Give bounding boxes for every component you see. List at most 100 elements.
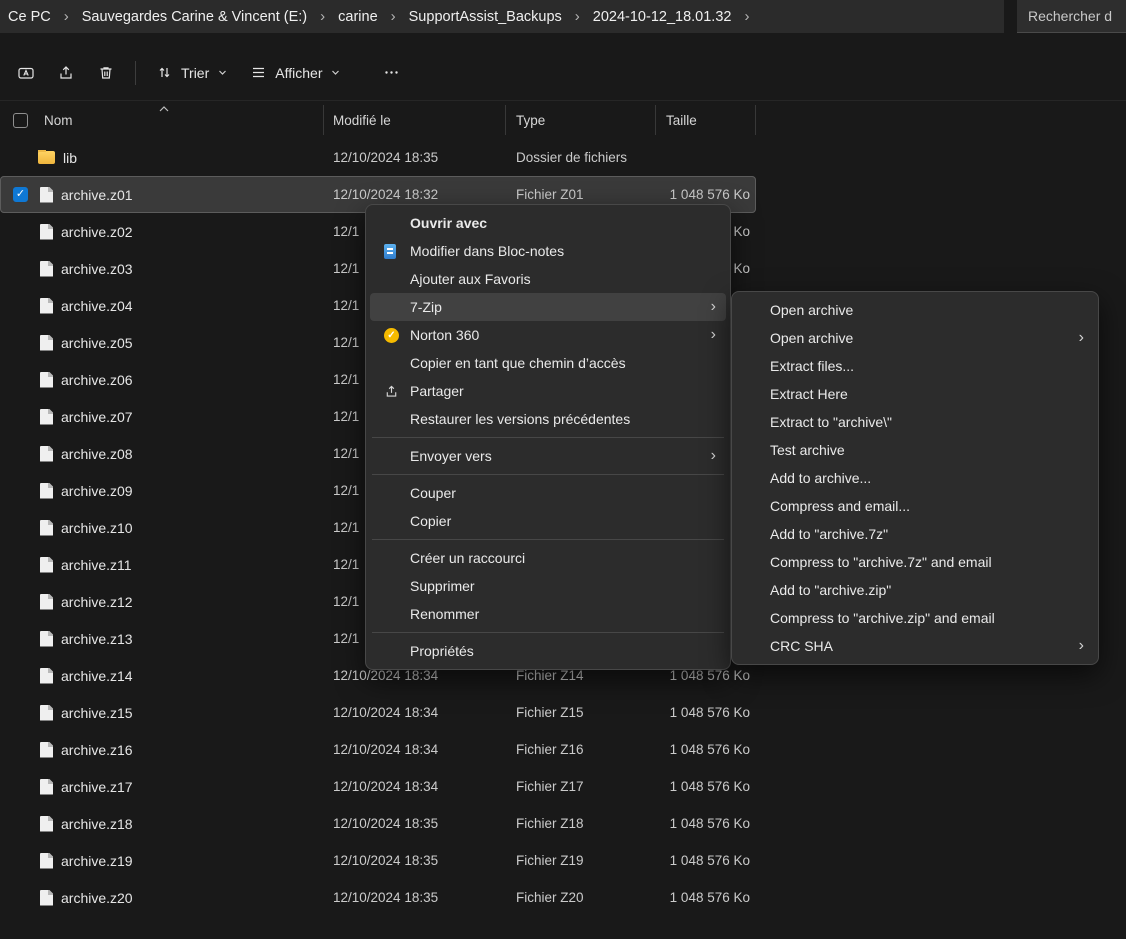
search-box[interactable]: Rechercher d [1017, 0, 1126, 33]
file-name: archive.z10 [61, 520, 133, 536]
menu-item[interactable]: Norton 360 › [370, 321, 726, 349]
file-size: 1 048 576 Ko [656, 187, 756, 202]
breadcrumb-segment[interactable]: 2024-10-12_18.01.32 [580, 9, 745, 25]
file-name: archive.z16 [61, 742, 133, 758]
chevron-down-icon [217, 67, 228, 78]
submenu-item-label: Open archive [770, 302, 853, 318]
more-options-button[interactable] [373, 55, 410, 90]
file-icon [40, 594, 53, 610]
file-icon [40, 446, 53, 462]
submenu-item[interactable]: Add to "archive.7z" [736, 520, 1094, 548]
submenu-item[interactable]: Extract files... [736, 352, 1094, 380]
file-row[interactable]: ✓ archive.z20 12/10/2024 18:35 Fichier Z… [0, 879, 756, 916]
menu-item[interactable]: 7-Zip › [370, 293, 726, 321]
file-size: 1 048 576 Ko [656, 779, 756, 794]
file-name: archive.z09 [61, 483, 133, 499]
menu-item[interactable]: Partager [370, 377, 726, 405]
menu-item[interactable]: Créer un raccourci [370, 544, 726, 572]
file-date: 12/10/2024 18:32 [324, 187, 506, 202]
breadcrumb-segment[interactable]: SupportAssist_Backups [396, 9, 575, 25]
file-date: 12/10/2024 18:35 [324, 853, 506, 868]
column-header-size-label: Taille [666, 113, 697, 128]
file-icon [40, 298, 53, 314]
view-label: Afficher [275, 65, 322, 81]
submenu-item-label: CRC SHA [770, 638, 833, 654]
view-button[interactable]: Afficher [240, 55, 351, 90]
menu-item-label: Créer un raccourci [410, 550, 525, 566]
menu-item[interactable]: Copier en tant que chemin d’accès [370, 349, 726, 377]
column-header-modified[interactable]: Modifié le [324, 105, 506, 135]
submenu-item[interactable]: Extract to "archive\" [736, 408, 1094, 436]
column-header-modified-label: Modifié le [333, 113, 391, 128]
delete-button[interactable] [87, 55, 125, 91]
submenu-item[interactable]: Compress to "archive.zip" and email [736, 604, 1094, 632]
menu-item[interactable]: Propriétés [370, 637, 726, 665]
file-size: 1 048 576 Ko [656, 853, 756, 868]
submenu-item-label: Add to archive... [770, 470, 871, 486]
file-icon [40, 520, 53, 536]
file-type: Dossier de fichiers [506, 150, 656, 165]
submenu-item-label: Add to "archive.7z" [770, 526, 888, 542]
sort-button[interactable]: Trier [146, 55, 238, 90]
menu-item[interactable]: Envoyer vers › [370, 442, 726, 470]
submenu-item[interactable]: CRC SHA › [736, 632, 1094, 660]
column-header-size[interactable]: Taille [656, 105, 756, 135]
submenu-item[interactable]: Extract Here [736, 380, 1094, 408]
trash-icon [97, 64, 115, 82]
file-icon [40, 224, 53, 240]
column-header-type[interactable]: Type [506, 105, 656, 135]
submenu-item-label: Extract files... [770, 358, 854, 374]
submenu-item[interactable]: Add to archive... [736, 464, 1094, 492]
breadcrumb-segment[interactable]: Sauvegardes Carine & Vincent (E:) [69, 9, 320, 25]
file-name: archive.z20 [61, 890, 133, 906]
share-icon [57, 64, 75, 82]
menu-item[interactable]: Renommer [370, 600, 726, 628]
rename-button[interactable] [7, 55, 45, 91]
menu-item-label: Ouvrir avec [410, 215, 487, 231]
menu-item[interactable]: Copier [370, 507, 726, 535]
menu-item[interactable]: Supprimer [370, 572, 726, 600]
menu-item-icon-slot [384, 384, 410, 399]
file-row[interactable]: ✓ archive.z17 12/10/2024 18:34 Fichier Z… [0, 768, 756, 805]
breadcrumb-segment[interactable]: Ce PC [0, 9, 64, 25]
menu-item[interactable]: Ajouter aux Favoris [370, 265, 726, 293]
menu-item-label: Modifier dans Bloc-notes [410, 243, 564, 259]
file-name: archive.z07 [61, 409, 133, 425]
row-checkbox[interactable]: ✓ [13, 187, 28, 202]
menu-item[interactable]: Ouvrir avec [370, 209, 726, 237]
menu-item[interactable]: Couper [370, 479, 726, 507]
submenu-item-label: Compress and email... [770, 498, 910, 514]
submenu-item[interactable]: Test archive [736, 436, 1094, 464]
file-row[interactable]: ✓ archive.z19 12/10/2024 18:35 Fichier Z… [0, 842, 756, 879]
submenu-item[interactable]: Open archive [736, 296, 1094, 324]
file-type: Fichier Z16 [506, 742, 656, 757]
menu-item[interactable]: Modifier dans Bloc-notes [370, 237, 726, 265]
file-size: 1 048 576 Ko [656, 742, 756, 757]
chevron-right-icon: › [744, 8, 749, 25]
file-row[interactable]: ✓ archive.z15 12/10/2024 18:34 Fichier Z… [0, 694, 756, 731]
file-row[interactable]: ✓ archive.z16 12/10/2024 18:34 Fichier Z… [0, 731, 756, 768]
file-row[interactable]: ✓ archive.z18 12/10/2024 18:35 Fichier Z… [0, 805, 756, 842]
file-icon [40, 742, 53, 758]
file-name: archive.z15 [61, 705, 133, 721]
file-size: 1 048 576 Ko [656, 816, 756, 831]
menu-item-label: Envoyer vers [410, 448, 492, 464]
submenu-item[interactable]: Compress to "archive.7z" and email [736, 548, 1094, 576]
view-icon [250, 64, 267, 81]
file-size: 1 048 576 Ko [656, 705, 756, 720]
file-type: Fichier Z14 [506, 668, 656, 683]
menu-item-label: Propriétés [410, 643, 474, 659]
file-name: archive.z14 [61, 668, 133, 684]
file-date: 12/10/2024 18:34 [324, 742, 506, 757]
submenu-item[interactable]: Compress and email... [736, 492, 1094, 520]
search-input[interactable]: Rechercher d [1028, 8, 1112, 24]
submenu-item[interactable]: Open archive › [736, 324, 1094, 352]
share-button[interactable] [47, 55, 85, 91]
column-header-name[interactable]: Nom [0, 105, 324, 135]
breadcrumb-segment[interactable]: carine [325, 9, 391, 25]
menu-item[interactable]: Restaurer les versions précédentes [370, 405, 726, 433]
file-name: archive.z13 [61, 631, 133, 647]
submenu-item[interactable]: Add to "archive.zip" [736, 576, 1094, 604]
select-all-checkbox[interactable] [13, 113, 28, 128]
file-row[interactable]: ✓ lib 12/10/2024 18:35 Dossier de fichie… [0, 139, 756, 176]
